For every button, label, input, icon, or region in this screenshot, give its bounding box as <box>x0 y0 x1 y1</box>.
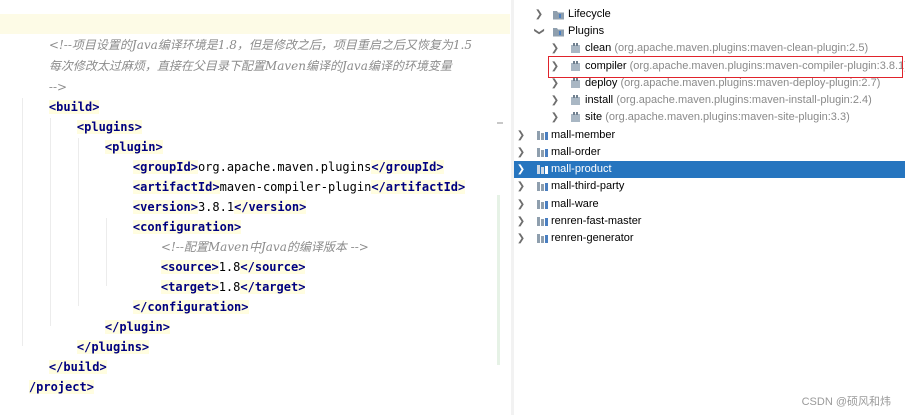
target-close-tag: </target> <box>240 280 306 294</box>
tree-item-label: renren-fast-master <box>551 215 642 227</box>
maven-module-icon <box>537 200 548 209</box>
tree-item-plugin-clean[interactable]: ❯ clean (org.apache.maven.plugins:maven-… <box>514 40 905 57</box>
change-marker <box>497 195 500 365</box>
tree-item-mall-product[interactable]: ❯ mall-product <box>514 161 905 178</box>
code-line: <configuration> <box>104 197 242 234</box>
maven-plugin-icon <box>571 112 580 122</box>
tree-item-mall-ware[interactable]: ❯ mall-ware <box>514 196 905 213</box>
chevron-right-icon[interactable]: ❯ <box>550 92 560 109</box>
code-line: <version>3.8.1</version> <box>104 177 307 214</box>
project-close-tag: /project> <box>28 380 94 394</box>
chevron-right-icon[interactable]: ❯ <box>516 144 526 161</box>
chevron-down-icon[interactable]: ❯ <box>531 27 548 37</box>
code-line: </plugin> <box>76 297 170 334</box>
tree-item-renren-fast-master[interactable]: ❯ renren-fast-master <box>514 213 905 230</box>
code-editor[interactable]: <!--项目设置的Java编译环境是1.8，但是修改之后，项目重启之后又恢复为1… <box>0 0 510 415</box>
tree-item-label: mall-member <box>551 129 616 141</box>
maven-module-icon <box>537 131 548 140</box>
tree-item-label: mall-product <box>551 163 612 175</box>
code-line: <build> <box>20 77 100 114</box>
maven-module-icon <box>537 182 548 191</box>
chevron-right-icon[interactable]: ❯ <box>534 6 544 23</box>
watermark: CSDN @硕风和炜 <box>801 396 891 408</box>
code-line: <plugins> <box>48 97 142 134</box>
tree-item-lifecycle[interactable]: ❯ Lifecycle <box>514 6 905 23</box>
chevron-right-icon[interactable]: ❯ <box>550 40 560 57</box>
version-close-tag: </version> <box>234 200 307 214</box>
maven-module-icon <box>537 165 548 174</box>
tree-item-plugin-site[interactable]: ❯ site (org.apache.maven.plugins:maven-s… <box>514 109 905 126</box>
tree-item-mall-third-party[interactable]: ❯ mall-third-party <box>514 178 905 195</box>
plugin-label: install (org.apache.maven.plugins:maven-… <box>585 94 872 106</box>
tree-item-mall-order[interactable]: ❯ mall-order <box>514 144 905 161</box>
chevron-right-icon[interactable]: ❯ <box>516 230 526 247</box>
code-line: <artifactId>maven-compiler-plugin</artif… <box>104 157 466 194</box>
chevron-right-icon[interactable]: ❯ <box>516 213 526 230</box>
chevron-right-icon[interactable]: ❯ <box>516 127 526 144</box>
code-line: <groupId>org.apache.maven.plugins</group… <box>104 137 444 174</box>
maven-plugin-icon <box>571 78 580 88</box>
tree-item-label: mall-third-party <box>551 180 625 192</box>
chevron-right-icon[interactable]: ❯ <box>550 109 560 126</box>
xml-comment: 每次修改太过麻烦，直接在父目录下配置Maven编译的Java编译的环境变量 <box>48 59 452 73</box>
scroll-tick <box>497 122 503 124</box>
artifactid-close-tag: </artifactId> <box>371 180 466 194</box>
code-line: --> <box>20 57 67 94</box>
code-line: /project> <box>0 357 94 394</box>
maven-folder-icon <box>553 11 564 20</box>
compiler-highlight-box <box>548 56 903 78</box>
tree-item-label: Lifecycle <box>568 8 611 20</box>
maven-plugin-icon <box>571 95 580 105</box>
chevron-right-icon[interactable]: ❯ <box>516 178 526 195</box>
chevron-right-icon[interactable]: ❯ <box>516 161 526 178</box>
tree-item-renren-generator[interactable]: ❯ renren-generator <box>514 230 905 247</box>
code-line: <target>1.8</target> <box>132 257 306 294</box>
tree-item-label: Plugins <box>568 25 605 37</box>
maven-module-icon <box>537 217 548 226</box>
tree-item-label: mall-order <box>551 146 601 158</box>
plugin-label: site (org.apache.maven.plugins:maven-sit… <box>585 111 850 123</box>
code-line: </plugins> <box>48 317 150 354</box>
tree-item-plugins[interactable]: ❯ Plugins <box>514 23 905 40</box>
code-line: 每次修改太过麻烦，直接在父目录下配置Maven编译的Java编译的环境变量 <box>20 36 452 73</box>
tree-item-mall-member[interactable]: ❯ mall-member <box>514 127 905 144</box>
code-line: <source>1.8</source> <box>132 237 306 274</box>
maven-folder-icon <box>553 28 564 37</box>
code-line: <!--配置Maven中Java的编译版本 --> <box>132 217 369 254</box>
code-line: </configuration> <box>104 277 249 314</box>
code-line: </build> <box>20 337 107 374</box>
plugin-label: clean (org.apache.maven.plugins:maven-cl… <box>585 42 869 54</box>
maven-module-icon <box>537 234 548 243</box>
maven-plugin-icon <box>571 43 580 53</box>
tree-item-label: mall-ware <box>551 198 599 210</box>
code-line: <!--项目设置的Java编译环境是1.8，但是修改之后，项目重启之后又恢复为1… <box>20 15 472 52</box>
tree-item-label: renren-generator <box>551 232 634 244</box>
tree-item-plugin-install[interactable]: ❯ install (org.apache.maven.plugins:mave… <box>514 92 905 109</box>
code-line: <plugin> <box>76 117 163 154</box>
chevron-right-icon[interactable]: ❯ <box>516 196 526 213</box>
maven-module-icon <box>537 148 548 157</box>
